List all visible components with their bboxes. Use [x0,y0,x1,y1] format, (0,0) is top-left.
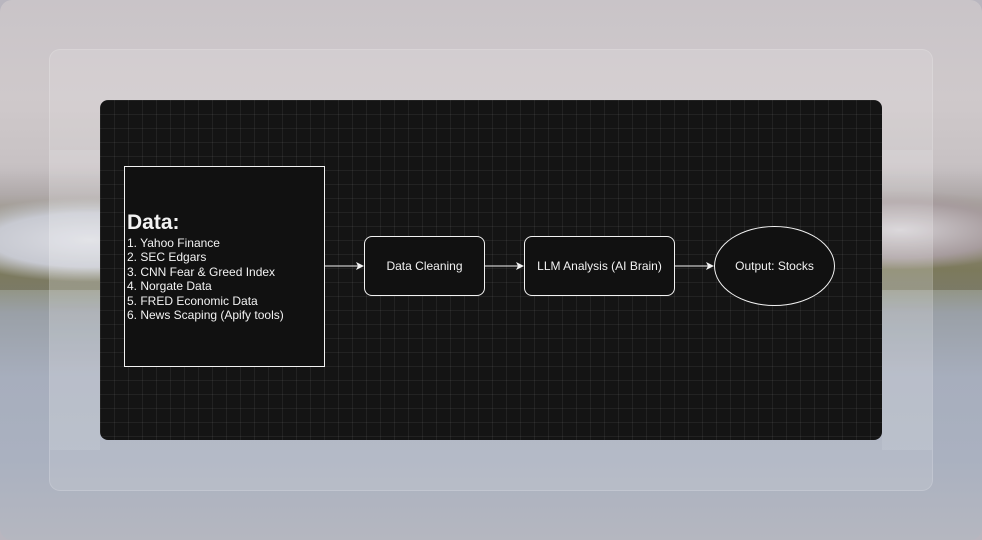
data-sources-list: 1. Yahoo Finance 2. SEC Edgars 3. CNN Fe… [127,236,324,323]
data-source-item: 5. FRED Economic Data [127,293,258,308]
llm-analysis-label: LLM Analysis (AI Brain) [537,259,662,273]
data-source-item: 1. Yahoo Finance [127,235,220,250]
background-band-left [50,150,100,450]
diagram-canvas[interactable]: Data: 1. Yahoo Finance 2. SEC Edgars 3. … [100,100,882,440]
data-cleaning-label: Data Cleaning [386,259,463,273]
llm-analysis-node[interactable]: LLM Analysis (AI Brain) [524,236,675,296]
data-sources-node[interactable]: Data: 1. Yahoo Finance 2. SEC Edgars 3. … [124,166,325,367]
data-cleaning-node[interactable]: Data Cleaning [364,236,485,296]
data-source-item: 4. Norgate Data [127,279,212,293]
data-source-item: 3. CNN Fear & Greed Index [127,264,276,279]
output-stocks-node[interactable]: Output: Stocks [714,226,835,306]
data-source-item: 6. News Scaping (Apify tools) [127,308,284,322]
data-source-item: 2. SEC Edgars [127,250,207,264]
output-stocks-label: Output: Stocks [735,259,814,273]
data-sources-title: Data: [127,210,180,234]
background-band-right [882,150,932,450]
